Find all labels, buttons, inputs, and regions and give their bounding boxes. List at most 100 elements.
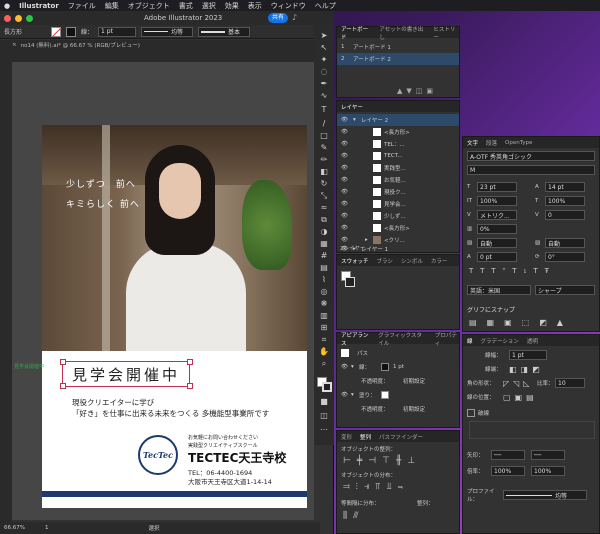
- tab-layers[interactable]: レイヤー: [341, 103, 363, 111]
- bell-icon[interactable]: ♪: [292, 13, 297, 22]
- open-house-heading[interactable]: 見学会開催中: [62, 361, 190, 387]
- direct-selection-tool-icon[interactable]: ↖: [318, 43, 330, 52]
- tracking-row[interactable]: V0: [535, 209, 599, 221]
- arrowhead-end-dropdown[interactable]: ──: [531, 450, 565, 460]
- curvature-tool-icon[interactable]: ∿: [318, 91, 330, 100]
- distribute-buttons[interactable]: ⫤⫶⫣⫪⫫⫬: [343, 482, 409, 492]
- tab-stroke[interactable]: 線: [467, 337, 473, 345]
- font-style-dropdown[interactable]: M: [467, 165, 595, 175]
- magic-wand-tool-icon[interactable]: ✦: [318, 55, 330, 64]
- baseline-row[interactable]: A0 pt: [467, 251, 531, 263]
- horizontal-ruler[interactable]: [12, 50, 314, 62]
- dashed-row[interactable]: 破線: [467, 407, 595, 419]
- artboard-panel-footer-icons[interactable]: ▲▼◫▣: [397, 87, 437, 95]
- appearance-stroke-row[interactable]: 👁 ▾ 線： 1 pt: [341, 361, 457, 373]
- char-rotate-row[interactable]: ⟳ 0°: [535, 251, 599, 263]
- close-tab-icon[interactable]: ×: [12, 42, 17, 48]
- artboard-row[interactable]: 2 アートボード 2: [337, 53, 459, 65]
- arrowhead-start-dropdown[interactable]: ──: [491, 450, 525, 460]
- close-window-button[interactable]: [4, 14, 11, 22]
- minimize-window-button[interactable]: [15, 14, 22, 22]
- spacing-buttons[interactable]: ⫼⫻: [343, 511, 365, 521]
- stroke-swatch[interactable]: [66, 26, 77, 37]
- menu-select[interactable]: 選択: [202, 1, 216, 11]
- hand-tool-icon[interactable]: ✋: [318, 347, 330, 356]
- tab-transparency[interactable]: 透明: [527, 337, 538, 345]
- snap-buttons[interactable]: ▤▦▣⬚◩▲: [469, 318, 573, 327]
- appearance-stroke-value[interactable]: 1 pt: [393, 364, 404, 370]
- draw-mode-icon[interactable]: ◫: [318, 411, 330, 420]
- menu-object[interactable]: オブジェクト: [128, 1, 170, 11]
- tab-align[interactable]: 整列: [360, 433, 371, 441]
- aki-right-field[interactable]: 自動: [545, 238, 585, 248]
- selection-handle-tr[interactable]: [187, 359, 193, 365]
- aki-left-field[interactable]: 自動: [477, 238, 517, 248]
- font-size-field[interactable]: 23 pt: [477, 182, 517, 192]
- leading-field[interactable]: 14 pt: [545, 182, 585, 192]
- selection-tool-icon[interactable]: ➤: [318, 31, 330, 40]
- stroke-weight-input[interactable]: 1 pt: [509, 350, 547, 360]
- tab-graphic-styles[interactable]: グラフィックスタイル: [378, 331, 427, 347]
- horizontal-scale-row[interactable]: T 100%: [535, 195, 599, 207]
- artboard-row[interactable]: 1 アートボード 1: [341, 41, 457, 53]
- layer-row[interactable]: 👁 少しず...: [341, 210, 457, 222]
- eyedropper-tool-icon[interactable]: ⌇: [318, 275, 330, 284]
- eye-icon[interactable]: 👁: [341, 117, 353, 123]
- column-graph-tool-icon[interactable]: ▥: [318, 311, 330, 320]
- selection-handle-br[interactable]: [187, 383, 193, 389]
- menu-help[interactable]: ヘルプ: [315, 1, 336, 11]
- perspective-grid-tool-icon[interactable]: ▦: [318, 239, 330, 248]
- arrow-scale-start[interactable]: 100%: [491, 466, 525, 476]
- tsume-field[interactable]: 0%: [477, 224, 517, 234]
- tab-appearance[interactable]: アピアランス: [341, 331, 370, 347]
- stroke-color-icon[interactable]: [322, 382, 332, 392]
- appearance-opacity-value[interactable]: 初期設定: [403, 405, 425, 413]
- tab-artboards[interactable]: アートボード: [341, 25, 371, 41]
- pencil-tool-icon[interactable]: ✏: [318, 155, 330, 164]
- tab-asset-export[interactable]: アセットの書き出し: [379, 25, 425, 41]
- scale-tool-icon[interactable]: ⤡: [318, 191, 330, 200]
- baseline-field[interactable]: 0 pt: [477, 252, 517, 262]
- stroke-weight-field[interactable]: 1 pt: [98, 26, 137, 37]
- type-style-buttons[interactable]: TTTᵀT₁TŦ: [469, 267, 556, 275]
- horizontal-scale-field[interactable]: 100%: [545, 196, 585, 206]
- apple-icon[interactable]: ●: [4, 2, 10, 10]
- menu-edit[interactable]: 編集: [105, 1, 119, 11]
- antialias-dropdown[interactable]: シャープ: [535, 285, 595, 295]
- leading-row[interactable]: A 14 pt: [535, 181, 599, 193]
- kerning-row[interactable]: V メトリク...: [467, 209, 531, 221]
- layer-row[interactable]: 👁 <長方形>: [341, 126, 457, 138]
- profile-row[interactable]: プロファイル： 均等: [467, 489, 595, 503]
- appearance-opacity-value[interactable]: 初期設定: [403, 377, 425, 385]
- more-tools-icon[interactable]: ⋯: [318, 425, 330, 434]
- rotate-tool-icon[interactable]: ↻: [318, 179, 330, 188]
- layer-row[interactable]: 👁 <長方形>: [341, 222, 457, 234]
- fill-swatch[interactable]: [51, 26, 62, 37]
- zoom-level[interactable]: 66.67%: [4, 525, 25, 531]
- appearance-opacity-row[interactable]: 不透明度： 初期設定: [361, 375, 457, 387]
- menu-view[interactable]: 表示: [248, 1, 262, 11]
- dash-gap-fields[interactable]: [469, 421, 595, 439]
- dashed-checkbox[interactable]: [467, 409, 475, 417]
- tab-properties[interactable]: プロパティ: [435, 331, 459, 347]
- layer-row[interactable]: 👁 現役ク...: [341, 186, 457, 198]
- language-dropdown[interactable]: 英語：米国: [467, 285, 531, 295]
- tab-paragraph[interactable]: 段落: [486, 139, 497, 147]
- stroke-style-dropdown[interactable]: 均等: [141, 26, 194, 37]
- symbol-sprayer-tool-icon[interactable]: ❋: [318, 299, 330, 308]
- aki-left-row[interactable]: ▨ 自動: [467, 237, 531, 249]
- shape-builder-tool-icon[interactable]: ◑: [318, 227, 330, 236]
- pen-tool-icon[interactable]: ✒: [318, 79, 330, 88]
- menu-illustrator[interactable]: Illustrator: [19, 2, 59, 10]
- slice-tool-icon[interactable]: ⌗: [318, 335, 330, 344]
- stroke-limit-input[interactable]: 10: [555, 378, 585, 388]
- gradient-tool-icon[interactable]: ▤: [318, 263, 330, 272]
- artboard-tool-icon[interactable]: ⊞: [318, 323, 330, 332]
- vertical-scale-field[interactable]: 100%: [477, 196, 517, 206]
- menu-file[interactable]: ファイル: [68, 1, 96, 11]
- font-family-dropdown[interactable]: A-OTF 秀英角ゴシック: [467, 151, 595, 161]
- color-mode-icon[interactable]: ■: [318, 397, 330, 406]
- artboard[interactable]: 少しずつ 前へ キミらしく 前へ 見学会開催中 現役クリエイターに学び 「好き」…: [42, 125, 307, 508]
- blend-tool-icon[interactable]: ◎: [318, 287, 330, 296]
- align-buttons[interactable]: ⊢╪⊣⊤╫⊥: [343, 456, 421, 466]
